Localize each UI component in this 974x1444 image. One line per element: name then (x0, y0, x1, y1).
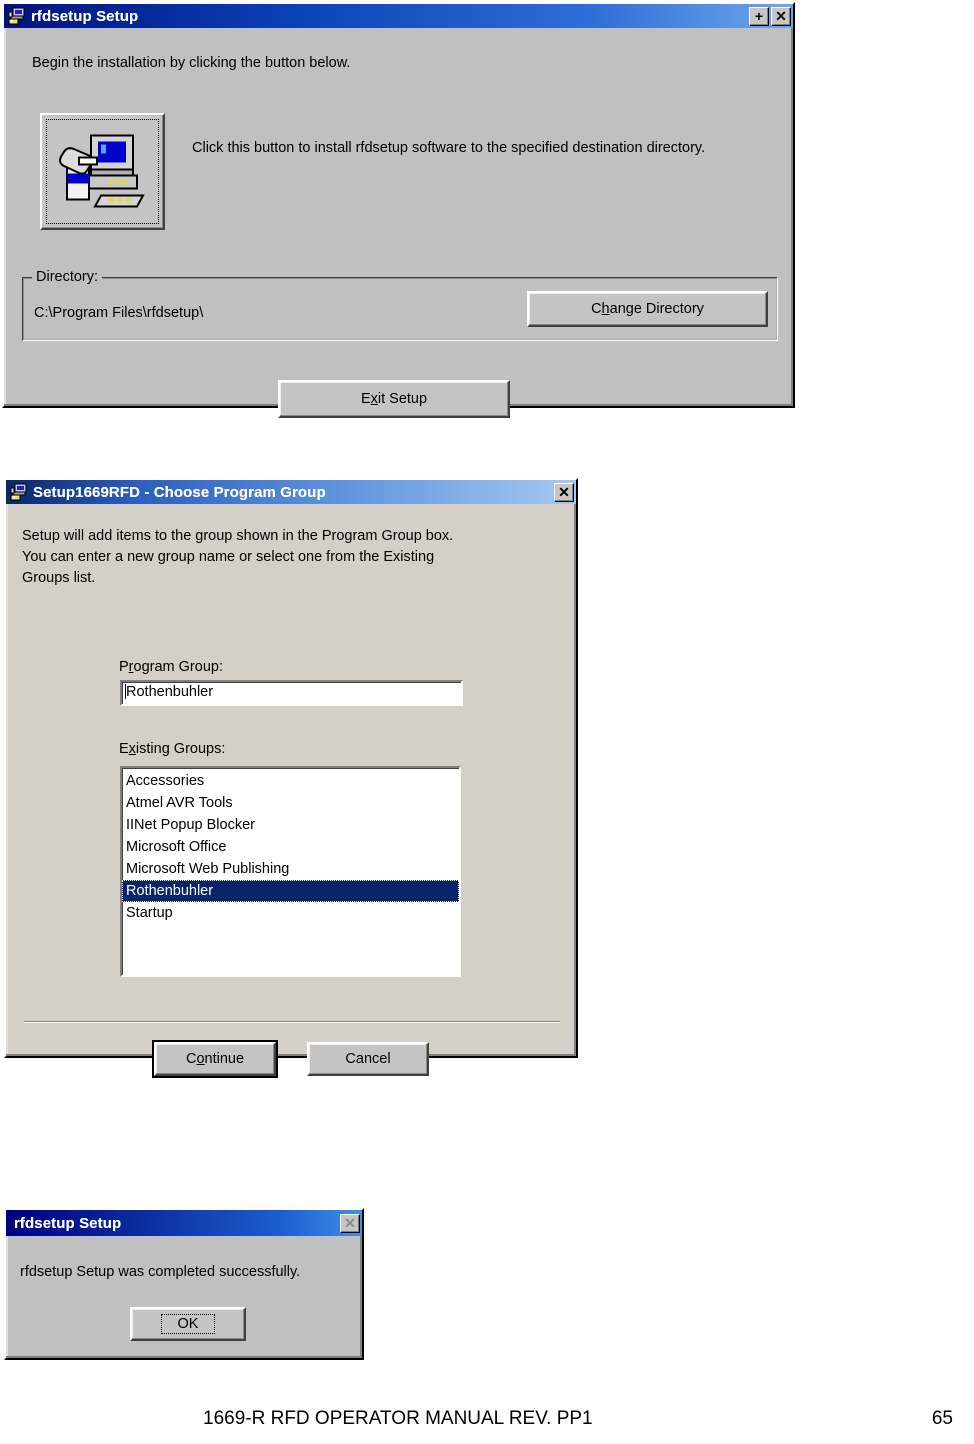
change-directory-button[interactable]: Change Directory (527, 291, 768, 327)
continue-button[interactable]: Continue (152, 1040, 278, 1078)
titlebar[interactable]: Setup1669RFD - Choose Program Group ✕ (6, 480, 576, 504)
dialog-body: rfdsetup Setup was completed successfull… (6, 1236, 362, 1358)
directory-groupbox: Directory: C:\Program Files\rfdsetup\ Ch… (22, 269, 778, 341)
ok-label: OK (160, 1314, 216, 1334)
directory-label: Directory: (32, 269, 103, 285)
cancel-button[interactable]: Cancel (307, 1042, 429, 1076)
window-title: rfdsetup Setup (31, 7, 139, 25)
exit-setup-label: Exit Setup (360, 391, 428, 407)
program-group-label: Program Group: (119, 659, 223, 675)
page-footer: 1669-R RFD OPERATOR MANUAL REV. PP1 65 (0, 1408, 974, 1434)
dialog-body: Begin the installation by clicking the b… (4, 28, 793, 418)
completion-message: rfdsetup Setup was completed successfull… (20, 1264, 301, 1280)
list-item[interactable]: IINet Popup Blocker (122, 814, 459, 836)
titlebar[interactable]: rfdsetup Setup + ✕ (4, 4, 793, 28)
directory-path-value: C:\Program Files\rfdsetup\ (34, 305, 204, 321)
install-button-description: Click this button to install rfdsetup so… (192, 140, 706, 156)
button-separator (24, 1021, 560, 1023)
ok-button[interactable]: OK (130, 1307, 246, 1341)
setup-complete-window: rfdsetup Setup ✕ rfdsetup Setup was comp… (4, 1208, 364, 1360)
titlebar-buttons: ✕ (554, 482, 574, 502)
maximize-button[interactable]: + (749, 6, 769, 26)
window-title: rfdsetup Setup (14, 1214, 122, 1232)
list-item[interactable]: Startup (122, 902, 459, 924)
program-group-input-value: Rothenbuhler (125, 684, 214, 700)
titlebar-buttons: + ✕ (749, 6, 791, 26)
continue-label: Continue (185, 1051, 245, 1067)
window-title: Setup1669RFD - Choose Program Group (33, 483, 326, 501)
dialog-body: Setup will add items to the group shown … (6, 504, 576, 1078)
list-item[interactable]: Accessories (122, 770, 459, 792)
list-item[interactable]: Microsoft Web Publishing (122, 858, 459, 880)
titlebar[interactable]: rfdsetup Setup ✕ (6, 1210, 362, 1236)
existing-groups-list: Accessories Atmel AVR Tools IINet Popup Bl… (122, 768, 459, 924)
close-button[interactable]: ✕ (771, 6, 791, 26)
install-button[interactable] (40, 113, 165, 230)
install-instruction-text: Begin the installation by clicking the b… (32, 55, 351, 71)
cancel-label: Cancel (345, 1051, 391, 1067)
program-group-input[interactable]: Rothenbuhler (120, 680, 463, 706)
close-button[interactable]: ✕ (554, 482, 574, 502)
list-item[interactable]: Microsoft Office (122, 836, 459, 858)
list-item[interactable]: Rothenbuhler (122, 880, 459, 902)
setup-computer-icon (10, 483, 28, 501)
list-item[interactable]: Atmel AVR Tools (122, 792, 459, 814)
titlebar-buttons: ✕ (340, 1213, 360, 1233)
existing-groups-label: Existing Groups: (119, 741, 226, 757)
computer-install-icon (57, 129, 149, 214)
choose-program-group-window: Setup1669RFD - Choose Program Group ✕ Se… (4, 478, 578, 1078)
group-instruction-text: Setup will add items to the group shown … (22, 528, 454, 587)
exit-setup-button[interactable]: Exit Setup (278, 380, 510, 418)
change-directory-label: Change Directory (591, 301, 704, 317)
close-button[interactable]: ✕ (340, 1213, 360, 1233)
existing-groups-listbox[interactable]: Accessories Atmel AVR Tools IINet Popup Bl… (120, 766, 461, 977)
footer-page-number: 65 (931, 1408, 953, 1429)
rfdsetup-setup-window: rfdsetup Setup + ✕ Begin the installatio… (2, 2, 795, 418)
footer-manual-title: 1669-R RFD OPERATOR MANUAL REV. PP1 (203, 1408, 593, 1429)
setup-computer-icon (8, 7, 26, 25)
